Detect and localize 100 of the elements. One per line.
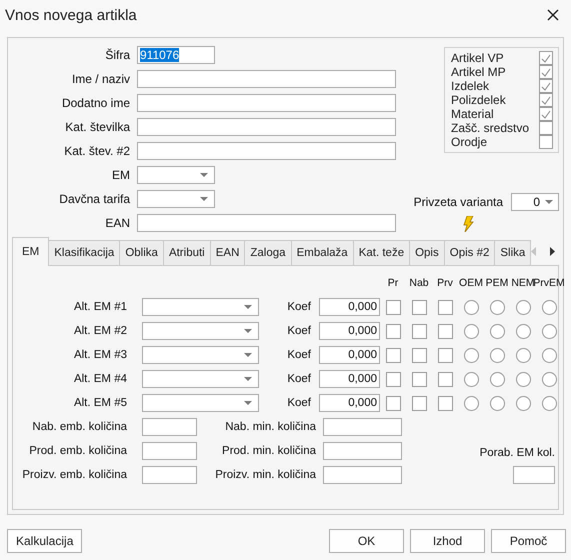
field-label: Dodatno ime (62, 96, 130, 110)
checkbox[interactable] (386, 324, 400, 338)
radio-button[interactable] (516, 348, 530, 362)
checkbox[interactable] (412, 300, 426, 314)
field-label: Porab. EM kol. (480, 447, 555, 459)
close-icon[interactable] (545, 7, 561, 23)
radio-button[interactable] (490, 372, 504, 386)
checkbox[interactable] (412, 372, 426, 386)
dropdown[interactable] (137, 166, 215, 184)
checkbox[interactable] (386, 396, 400, 410)
radio-button[interactable] (464, 348, 478, 362)
radio-button[interactable] (542, 348, 556, 362)
input-field[interactable] (323, 442, 402, 460)
input-field[interactable] (137, 142, 396, 160)
calculation-button[interactable]: Kalkulacija (7, 529, 82, 553)
coefficient-field[interactable]: 0,000 (319, 370, 380, 388)
input-field[interactable] (513, 466, 555, 484)
tab[interactable]: Klasifikacija (48, 240, 120, 265)
tab[interactable]: Kat. teže (352, 240, 410, 265)
field-label: Nab. min. količina (225, 421, 316, 433)
checkbox[interactable] (438, 300, 452, 314)
checkbox[interactable] (412, 348, 426, 362)
checkbox[interactable] (386, 300, 400, 314)
checkbox[interactable] (412, 324, 426, 338)
checkbox[interactable] (438, 324, 452, 338)
radio-button[interactable] (464, 324, 478, 338)
input-field[interactable] (137, 70, 396, 88)
field-label: Koef (287, 325, 311, 337)
input-field[interactable] (142, 418, 197, 436)
coefficient-field[interactable]: 0,000 (319, 298, 380, 316)
tab[interactable]: Opis #2 (444, 240, 496, 265)
radio-button[interactable] (516, 372, 530, 386)
tab[interactable]: Oblika (119, 240, 164, 265)
radio-button[interactable] (542, 396, 556, 410)
radio-button[interactable] (490, 300, 504, 314)
checkbox[interactable] (539, 107, 553, 121)
dropdown[interactable] (137, 190, 215, 208)
radio-button[interactable] (464, 396, 478, 410)
scroll-right-icon[interactable] (550, 246, 556, 256)
unit-dropdown[interactable] (142, 298, 259, 316)
tab[interactable]: Slika (494, 240, 532, 265)
radio-button[interactable] (490, 348, 504, 362)
column-header: Prv (437, 277, 453, 289)
dialog-button[interactable]: Izhod (410, 529, 485, 553)
tab[interactable]: EAN (210, 240, 246, 265)
unit-dropdown[interactable] (142, 346, 259, 364)
field-label: Proizv. emb. količina (22, 469, 127, 481)
radio-button[interactable] (464, 372, 478, 386)
checkbox[interactable] (438, 348, 452, 362)
input-field[interactable] (137, 118, 396, 136)
tab[interactable]: Atributi (162, 240, 211, 265)
unit-dropdown[interactable] (142, 322, 259, 340)
coefficient-field[interactable]: 0,000 (319, 346, 380, 364)
checkbox[interactable] (539, 65, 553, 79)
checkbox[interactable] (539, 121, 553, 135)
checkbox[interactable] (386, 348, 400, 362)
checkbox[interactable] (438, 372, 452, 386)
checkbox[interactable] (539, 135, 553, 149)
checkbox[interactable] (438, 396, 452, 410)
radio-button[interactable] (490, 396, 504, 410)
tab[interactable]: Embalaža (290, 240, 354, 265)
column-header: PEM (486, 277, 508, 289)
radio-button[interactable] (516, 300, 530, 314)
dropdown-arrow-icon (545, 200, 553, 204)
dialog-button[interactable]: OK (329, 529, 404, 553)
variant-dropdown[interactable]: 0 (511, 193, 559, 211)
tab[interactable]: EM (12, 237, 50, 266)
column-header: NEM (511, 277, 535, 289)
tab[interactable]: Opis (409, 240, 445, 265)
coefficient-field[interactable]: 0,000 (319, 394, 380, 412)
field-label: Davčna tarifa (59, 192, 130, 206)
lightning-icon[interactable] (462, 216, 474, 232)
field-label: Koef (287, 301, 311, 313)
checkbox[interactable] (539, 79, 553, 93)
dialog-button[interactable]: Pomoč (491, 529, 566, 553)
input-field[interactable] (137, 94, 396, 112)
radio-button[interactable] (542, 300, 556, 314)
unit-dropdown[interactable] (142, 370, 259, 388)
input-field[interactable]: 911076 (137, 46, 215, 64)
radio-button[interactable] (542, 324, 556, 338)
unit-dropdown[interactable] (142, 394, 259, 412)
input-field[interactable] (323, 418, 402, 436)
input-field[interactable] (323, 466, 402, 484)
radio-button[interactable] (516, 396, 530, 410)
checkbox[interactable] (539, 93, 553, 107)
field-label: Ime / naziv (72, 72, 130, 86)
checkbox[interactable] (412, 396, 426, 410)
radio-button[interactable] (490, 324, 504, 338)
radio-button[interactable] (516, 324, 530, 338)
coefficient-field[interactable]: 0,000 (319, 322, 380, 340)
input-field[interactable] (137, 214, 396, 232)
checkbox[interactable] (386, 372, 400, 386)
radio-button[interactable] (542, 372, 556, 386)
radio-button[interactable] (464, 300, 478, 314)
checkbox[interactable] (539, 51, 553, 65)
input-field[interactable] (142, 442, 197, 460)
tab[interactable]: Zaloga (244, 240, 292, 265)
field-label: Prod. emb. količina (29, 445, 127, 457)
input-field[interactable] (142, 466, 197, 484)
field-label: Šifra (105, 48, 130, 62)
